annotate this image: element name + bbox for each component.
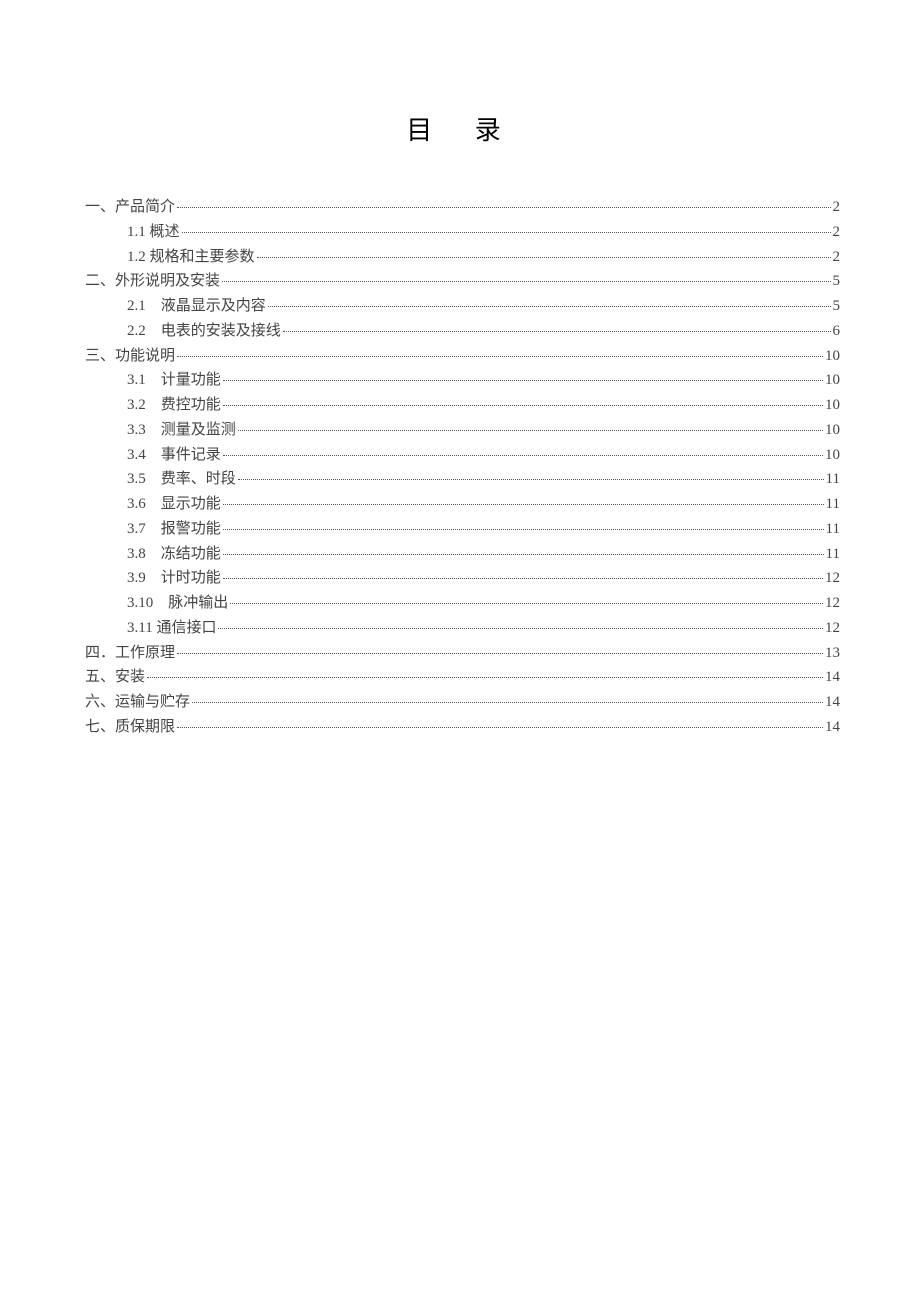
toc-entry-page: 2 <box>833 245 841 270</box>
toc-entry-label: 3.3 测量及监测 <box>127 418 236 443</box>
toc-leader-dots <box>177 356 823 357</box>
toc-entry-page: 14 <box>825 665 840 690</box>
toc-entry-page: 11 <box>826 517 840 542</box>
toc-leader-dots <box>268 306 831 307</box>
toc-entry: 二、外形说明及安装 5 <box>85 269 840 294</box>
toc-leader-dots <box>238 430 823 431</box>
toc-entry-page: 5 <box>833 269 841 294</box>
toc-entry-page: 2 <box>833 220 841 245</box>
toc-entry-label: 六、运输与贮存 <box>85 690 190 715</box>
toc-entry-label: 3.11 通信接口 <box>127 616 216 641</box>
toc-entry-page: 11 <box>826 542 840 567</box>
toc-entry-label: 3.5 费率、时段 <box>127 467 236 492</box>
toc-leader-dots <box>223 554 824 555</box>
toc-entry-label: 三、功能说明 <box>85 344 175 369</box>
toc-entry: 3.8 冻结功能 11 <box>85 542 840 567</box>
toc-entry-label: 3.2 费控功能 <box>127 393 221 418</box>
toc-entry-label: 1.1 概述 <box>127 220 180 245</box>
toc-leader-dots <box>182 232 831 233</box>
toc-entry-label: 二、外形说明及安装 <box>85 269 220 294</box>
toc-leader-dots <box>192 702 823 703</box>
toc-entry-page: 12 <box>825 591 840 616</box>
toc-leader-dots <box>238 479 824 480</box>
toc-entry: 3.11 通信接口 12 <box>85 616 840 641</box>
toc-entry-page: 10 <box>825 393 840 418</box>
toc-entry-page: 10 <box>825 443 840 468</box>
toc-entry-page: 5 <box>833 294 841 319</box>
toc-leader-dots <box>177 727 823 728</box>
toc-entry-label: 3.9 计时功能 <box>127 566 221 591</box>
toc-entry-page: 11 <box>826 467 840 492</box>
toc-entry-label: 五、安装 <box>85 665 145 690</box>
toc-entry: 3.4 事件记录 10 <box>85 443 840 468</box>
toc-leader-dots <box>283 331 831 332</box>
toc-entry-label: 3.7 报警功能 <box>127 517 221 542</box>
toc-leader-dots <box>223 504 824 505</box>
toc-entry-page: 10 <box>825 418 840 443</box>
toc-entry-page: 11 <box>826 492 840 517</box>
toc-entry: 3.2 费控功能 10 <box>85 393 840 418</box>
toc-leader-dots <box>223 380 823 381</box>
document-page: 目 录 一、产品简介 2 1.1 概述 2 1.2 规格和主要参数 2 二、外形说明及安装 5… <box>0 0 920 740</box>
toc-entry: 3.5 费率、时段 11 <box>85 467 840 492</box>
toc-entry: 2.2 电表的安装及接线 6 <box>85 319 840 344</box>
toc-entry: 三、功能说明 10 <box>85 344 840 369</box>
toc-entry: 2.1 液晶显示及内容 5 <box>85 294 840 319</box>
toc-leader-dots <box>223 405 823 406</box>
toc-entry: 一、产品简介 2 <box>85 195 840 220</box>
toc-entry: 3.6 显示功能 11 <box>85 492 840 517</box>
toc-entry-label: 七、质保期限 <box>85 715 175 740</box>
toc-entry: 3.3 测量及监测 10 <box>85 418 840 443</box>
toc-entry-label: 3.6 显示功能 <box>127 492 221 517</box>
toc-entry-label: 2.1 液晶显示及内容 <box>127 294 266 319</box>
toc-entry-label: 3.4 事件记录 <box>127 443 221 468</box>
toc-entry: 四．工作原理 13 <box>85 641 840 666</box>
toc-entry-label: 四．工作原理 <box>85 641 175 666</box>
toc-entry-label: 3.1 计量功能 <box>127 368 221 393</box>
toc-entry-label: 3.10 脉冲输出 <box>127 591 228 616</box>
toc-entry-label: 一、产品简介 <box>85 195 175 220</box>
toc-leader-dots <box>177 207 830 208</box>
toc-leader-dots <box>230 603 823 604</box>
toc-leader-dots <box>223 529 824 530</box>
toc-entry: 3.1 计量功能 10 <box>85 368 840 393</box>
toc-entry: 1.1 概述 2 <box>85 220 840 245</box>
toc-entry: 六、运输与贮存 14 <box>85 690 840 715</box>
toc-entry: 3.9 计时功能 12 <box>85 566 840 591</box>
toc-entry: 五、安装 14 <box>85 665 840 690</box>
toc-leader-dots <box>223 578 823 579</box>
toc-entry-page: 14 <box>825 715 840 740</box>
toc-entry: 3.10 脉冲输出 12 <box>85 591 840 616</box>
toc-leader-dots <box>147 677 823 678</box>
toc-entry-page: 13 <box>825 641 840 666</box>
toc-entry-page: 2 <box>833 195 841 220</box>
toc-leader-dots <box>218 628 823 629</box>
toc-entry-page: 14 <box>825 690 840 715</box>
toc-entry-page: 10 <box>825 344 840 369</box>
toc-leader-dots <box>223 455 823 456</box>
toc-leader-dots <box>177 653 823 654</box>
toc-entry-label: 1.2 规格和主要参数 <box>127 245 255 270</box>
toc-entry: 1.2 规格和主要参数 2 <box>85 245 840 270</box>
toc-entry-page: 12 <box>825 566 840 591</box>
toc-title: 目 录 <box>85 110 840 147</box>
toc-leader-dots <box>222 281 830 282</box>
toc-entry: 3.7 报警功能 11 <box>85 517 840 542</box>
toc-entry-page: 6 <box>833 319 841 344</box>
toc-entry-label: 3.8 冻结功能 <box>127 542 221 567</box>
toc-entry-page: 12 <box>825 616 840 641</box>
toc-leader-dots <box>257 257 831 258</box>
toc-entry-label: 2.2 电表的安装及接线 <box>127 319 281 344</box>
toc-entry-page: 10 <box>825 368 840 393</box>
table-of-contents: 一、产品简介21.1 概述21.2 规格和主要参数2二、外形说明及安装52.1 … <box>85 195 840 740</box>
toc-entry: 七、质保期限 14 <box>85 715 840 740</box>
